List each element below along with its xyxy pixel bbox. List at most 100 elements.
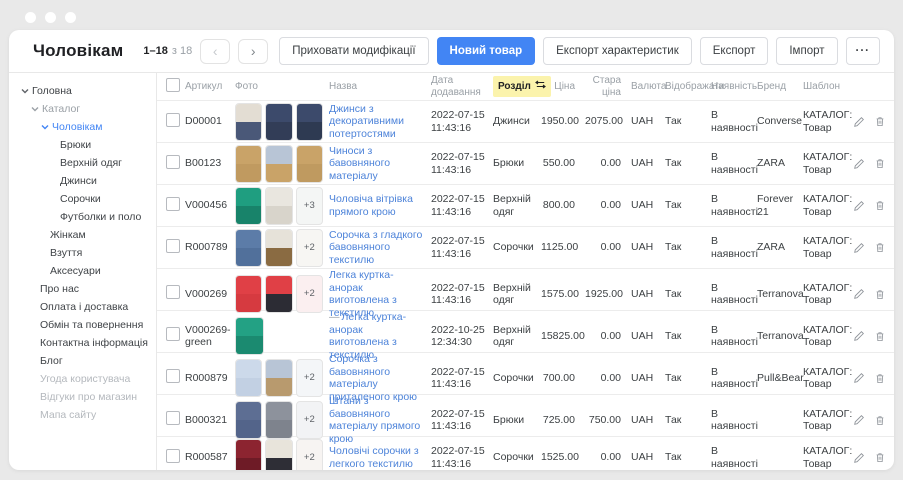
edit-icon[interactable]: [853, 200, 865, 212]
sidebar-item-oplata-dostavka[interactable]: Оплата і доставка: [9, 298, 156, 316]
delete-icon[interactable]: [874, 199, 886, 212]
row-checkbox[interactable]: [166, 411, 180, 425]
more-photos-badge[interactable]: +2: [296, 359, 323, 397]
delete-icon[interactable]: [874, 372, 886, 385]
edit-icon[interactable]: [853, 158, 865, 170]
product-photo[interactable]: [296, 145, 323, 183]
date-added: 2022-07-15 11:43:16: [431, 282, 493, 307]
product-photo[interactable]: [235, 439, 262, 471]
price: 1575.00: [541, 288, 585, 301]
template: КАТАЛОГ: Товар: [803, 193, 853, 218]
sidebar-item-cholovikam[interactable]: Чоловікам: [9, 118, 156, 136]
more-actions-button[interactable]: ···: [846, 37, 881, 65]
delete-icon[interactable]: [874, 414, 886, 427]
delete-icon[interactable]: [874, 241, 886, 254]
prev-page-button[interactable]: ‹: [200, 39, 230, 64]
product-photo[interactable]: [235, 187, 262, 225]
sidebar-item-bryuky[interactable]: Брюки: [9, 136, 156, 154]
sidebar-item-zhinkam[interactable]: Жінкам: [9, 226, 156, 244]
display-flag: Так: [665, 330, 711, 343]
row-checkbox[interactable]: [166, 113, 180, 127]
next-page-button[interactable]: ›: [238, 39, 268, 64]
table-row: V000456 +3 Чоловіча вітрівка прямого кро…: [157, 185, 894, 227]
product-photo[interactable]: [296, 103, 323, 141]
product-name-link[interactable]: Чоловіча вітрівка прямого крою: [329, 193, 413, 218]
export-characteristics-button[interactable]: Експорт характеристик: [543, 37, 692, 65]
sidebar-item-sorochky[interactable]: Сорочки: [9, 190, 156, 208]
row-checkbox[interactable]: [166, 369, 180, 383]
sidebar-item-mapa-saytu[interactable]: Мапа сайту: [9, 406, 156, 424]
sidebar-item-kontaktna-informatsiya[interactable]: Контактна інформація: [9, 334, 156, 352]
product-name-link[interactable]: Чоловічі сорочки з легкого текстилю: [329, 445, 419, 470]
more-photos-badge[interactable]: +2: [296, 401, 323, 439]
sidebar-item-futbolky-polo[interactable]: Футболки и поло: [9, 208, 156, 226]
row-checkbox[interactable]: [166, 327, 180, 341]
delete-icon[interactable]: [874, 451, 886, 464]
more-photos-badge[interactable]: +2: [296, 229, 323, 267]
product-name-link[interactable]: Штани з бавовняного матеріалу прямого кр…: [329, 395, 420, 445]
delete-icon[interactable]: [874, 115, 886, 128]
sidebar-item-vidhuky-pro-mahazyn[interactable]: Відгуки про магазин: [9, 388, 156, 406]
delete-icon[interactable]: [874, 330, 886, 343]
export-button[interactable]: Експорт: [700, 37, 769, 65]
edit-icon[interactable]: [853, 414, 865, 426]
product-photo[interactable]: [265, 187, 292, 225]
product-photo[interactable]: [235, 103, 262, 141]
product-photo[interactable]: [265, 439, 292, 471]
edit-icon[interactable]: [853, 372, 865, 384]
product-photo[interactable]: [235, 401, 262, 439]
product-photo[interactable]: [265, 275, 292, 313]
select-all-checkbox[interactable]: [166, 78, 180, 92]
product-photo[interactable]: [235, 145, 262, 183]
sidebar-item-verkhniy-odyah[interactable]: Верхній одяг: [9, 154, 156, 172]
sidebar-item-holovna[interactable]: Головна: [9, 82, 156, 100]
product-name-link[interactable]: Джинси з декоративними потертостями: [329, 103, 404, 140]
currency: UAH: [631, 451, 665, 464]
row-checkbox[interactable]: [166, 239, 180, 253]
photo-cell: +2: [235, 229, 329, 267]
display-flag: Так: [665, 115, 711, 128]
product-photo[interactable]: [235, 359, 262, 397]
new-product-button[interactable]: Новий товар: [437, 37, 536, 65]
sidebar-item-aksesuary[interactable]: Аксесуари: [9, 262, 156, 280]
section: Верхній одяг: [493, 324, 541, 349]
product-photo[interactable]: [265, 401, 292, 439]
brand: ZARA: [757, 241, 803, 254]
more-photos-badge[interactable]: +2: [296, 439, 323, 471]
product-photo[interactable]: [265, 103, 292, 141]
hide-modifications-button[interactable]: Приховати модифікації: [279, 37, 428, 65]
currency: UAH: [631, 330, 665, 343]
edit-icon[interactable]: [853, 242, 865, 254]
more-photos-badge[interactable]: +3: [296, 187, 323, 225]
pagination-range: 1–18: [143, 45, 167, 57]
row-checkbox[interactable]: [166, 197, 180, 211]
delete-icon[interactable]: [874, 157, 886, 170]
edit-icon[interactable]: [853, 288, 865, 300]
sidebar-item-kataloh[interactable]: Каталог: [9, 100, 156, 118]
sidebar-item-uhoda-korystuvacha[interactable]: Угода користувача: [9, 370, 156, 388]
sidebar-item-pro-nas[interactable]: Про нас: [9, 280, 156, 298]
delete-icon[interactable]: [874, 288, 886, 301]
sidebar-item-vzuttya[interactable]: Взуття: [9, 244, 156, 262]
import-button[interactable]: Імпорт: [776, 37, 837, 65]
row-checkbox[interactable]: [166, 285, 180, 299]
edit-icon[interactable]: [853, 452, 865, 464]
section: Верхній одяг: [493, 282, 541, 307]
template: КАТАЛОГ: Товар: [803, 109, 853, 134]
sidebar-item-obmin-povernennya[interactable]: Обмін та повернення: [9, 316, 156, 334]
product-photo[interactable]: [265, 229, 292, 267]
product-photo[interactable]: [235, 229, 262, 267]
row-checkbox[interactable]: [166, 449, 180, 463]
product-photo[interactable]: [265, 145, 292, 183]
product-name-link[interactable]: Сорочка з гладкого бавовняного текстилю: [329, 229, 422, 266]
product-photo[interactable]: [235, 317, 264, 355]
sidebar-item-dzhynsy[interactable]: Джинси: [9, 172, 156, 190]
product-name-link[interactable]: Чиноси з бавовняного матеріалу: [329, 145, 390, 182]
more-photos-badge[interactable]: +2: [296, 275, 323, 313]
edit-icon[interactable]: [853, 330, 865, 342]
product-photo[interactable]: [235, 275, 262, 313]
sidebar-item-bloh[interactable]: Блог: [9, 352, 156, 370]
row-checkbox[interactable]: [166, 155, 180, 169]
product-photo[interactable]: [265, 359, 292, 397]
edit-icon[interactable]: [853, 116, 865, 128]
